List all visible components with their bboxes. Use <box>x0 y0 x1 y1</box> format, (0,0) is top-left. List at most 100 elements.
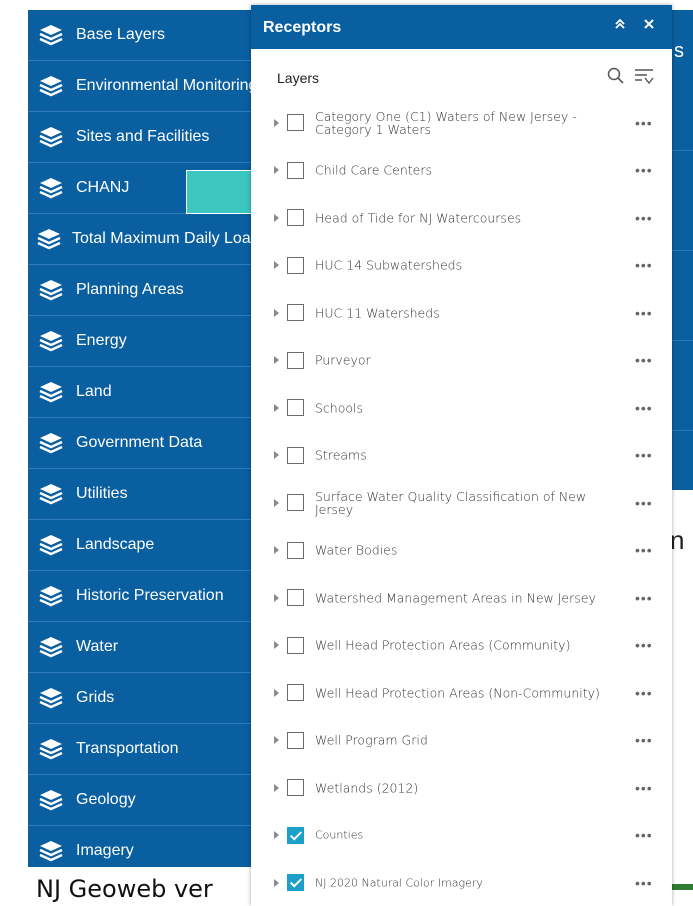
layers-stack-icon <box>36 328 66 354</box>
ellipsis-icon[interactable]: ••• <box>635 306 653 320</box>
layer-checkbox[interactable] <box>287 304 304 322</box>
background-letter-n: n <box>670 525 685 555</box>
caret-right-icon[interactable] <box>274 118 279 127</box>
sidebar-item[interactable]: Total Maximum Daily Load <box>28 214 258 265</box>
ellipsis-icon[interactable]: ••• <box>635 781 653 795</box>
ellipsis-icon[interactable]: ••• <box>635 353 653 367</box>
sidebar-item[interactable]: Geology <box>28 775 258 826</box>
layer-checkbox[interactable] <box>287 731 304 749</box>
sidebar-item[interactable]: Energy <box>28 316 258 367</box>
sidebar-item[interactable]: Grids <box>28 673 258 724</box>
layer-name: Schools <box>315 400 364 416</box>
background-app-strip <box>672 10 693 490</box>
layers-toolbar: Layers <box>251 49 672 89</box>
layer-checkbox[interactable] <box>287 351 304 369</box>
sidebar-item-label: Environmental Monitoring <box>76 77 258 94</box>
double-chevron-up-icon[interactable] <box>610 17 630 37</box>
layer-name: Category One (C1) Waters of New Jersey -… <box>315 108 577 137</box>
sidebar-item-label: Sites and Facilities <box>76 128 210 145</box>
caret-right-icon[interactable] <box>274 878 279 887</box>
layer-checkbox[interactable] <box>287 399 304 417</box>
layer-checkbox[interactable] <box>287 114 304 132</box>
sidebar-item[interactable]: Planning Areas <box>28 265 258 316</box>
layer-checkbox[interactable] <box>287 446 304 464</box>
filter-list-icon[interactable] <box>634 67 654 90</box>
sidebar-item[interactable]: Water <box>28 622 258 673</box>
ellipsis-icon[interactable]: ••• <box>635 211 653 225</box>
layer-checkbox[interactable] <box>287 494 304 512</box>
ellipsis-icon[interactable]: ••• <box>635 638 653 652</box>
sidebar-item-label: CHANJ <box>76 179 130 196</box>
caret-right-icon[interactable] <box>274 261 279 270</box>
ellipsis-icon[interactable]: ••• <box>635 448 653 462</box>
sidebar-item[interactable]: Utilities <box>28 469 258 520</box>
layer-checkbox[interactable] <box>287 826 304 844</box>
layer-checkbox[interactable] <box>287 541 304 559</box>
caret-right-icon[interactable] <box>274 783 279 792</box>
layer-checkbox[interactable] <box>287 209 304 227</box>
layers-stack-icon <box>36 736 66 762</box>
caret-right-icon[interactable] <box>274 451 279 460</box>
caret-right-icon[interactable] <box>274 403 279 412</box>
sidebar-item-label: Geology <box>76 791 136 808</box>
caret-right-icon[interactable] <box>274 736 279 745</box>
caret-right-icon[interactable] <box>274 308 279 317</box>
layer-name: Child Care Centers <box>315 162 433 178</box>
caret-right-icon[interactable] <box>274 498 279 507</box>
sidebar-item-label: Government Data <box>76 434 203 451</box>
caret-right-icon[interactable] <box>274 546 279 555</box>
layer-row: Category One (C1) Waters of New Jersey -… <box>251 99 672 147</box>
sidebar-item[interactable]: Transportation <box>28 724 258 775</box>
layer-name: Well Program Grid <box>315 732 428 748</box>
sidebar-item[interactable]: Land <box>28 367 258 418</box>
ellipsis-icon[interactable]: ••• <box>635 116 653 130</box>
caret-right-icon[interactable] <box>274 166 279 175</box>
ellipsis-icon[interactable]: ••• <box>635 543 653 557</box>
ellipsis-icon[interactable]: ••• <box>635 828 653 842</box>
layer-row: Water Bodies ••• <box>251 527 672 575</box>
layer-checkbox[interactable] <box>287 589 304 607</box>
layers-stack-icon <box>36 175 66 201</box>
layer-row: HUC 11 Watersheds ••• <box>251 289 672 337</box>
ellipsis-icon[interactable]: ••• <box>635 401 653 415</box>
caret-right-icon[interactable] <box>274 213 279 222</box>
sidebar-item[interactable]: Base Layers <box>28 10 258 61</box>
ellipsis-icon[interactable]: ••• <box>635 163 653 177</box>
layer-row: Schools ••• <box>251 384 672 432</box>
caret-right-icon[interactable] <box>274 831 279 840</box>
layer-row: Watershed Management Areas in New Jersey… <box>251 574 672 622</box>
caret-right-icon[interactable] <box>274 688 279 697</box>
layer-checkbox[interactable] <box>287 684 304 702</box>
ellipsis-icon[interactable]: ••• <box>635 258 653 272</box>
sidebar-item[interactable]: Environmental Monitoring <box>28 61 258 112</box>
layer-checkbox[interactable] <box>287 636 304 654</box>
caret-right-icon[interactable] <box>274 593 279 602</box>
close-icon[interactable] <box>639 17 659 37</box>
sidebar-item[interactable]: Landscape <box>28 520 258 571</box>
sidebar-item-label: Imagery <box>76 842 134 859</box>
layer-row: Well Program Grid ••• <box>251 717 672 765</box>
panel-title: Receptors <box>263 19 342 36</box>
layer-checkbox[interactable] <box>287 779 304 797</box>
layer-groups-sidebar: Base Layers Environmental Monitoring Sites… <box>28 10 258 867</box>
ellipsis-icon[interactable]: ••• <box>635 733 653 747</box>
ellipsis-icon[interactable]: ••• <box>635 496 653 510</box>
layer-checkbox[interactable] <box>287 161 304 179</box>
ellipsis-icon[interactable]: ••• <box>635 686 653 700</box>
sidebar-item[interactable]: Imagery <box>28 826 258 867</box>
layer-list: Category One (C1) Waters of New Jersey -… <box>251 99 672 906</box>
layers-stack-icon <box>36 379 66 405</box>
sidebar-item[interactable]: Historic Preservation <box>28 571 258 622</box>
layer-checkbox[interactable] <box>287 874 304 892</box>
sidebar-item[interactable]: Sites and Facilities <box>28 112 258 163</box>
search-icon[interactable] <box>607 67 625 90</box>
sidebar-item[interactable]: Government Data <box>28 418 258 469</box>
ellipsis-icon[interactable]: ••• <box>635 876 653 890</box>
layer-name: Surface Water Quality Classification of … <box>315 488 587 517</box>
sidebar-item-label: Landscape <box>76 536 155 553</box>
caret-right-icon[interactable] <box>274 356 279 365</box>
layer-row: HUC 14 Subwatersheds ••• <box>251 242 672 290</box>
ellipsis-icon[interactable]: ••• <box>635 591 653 605</box>
caret-right-icon[interactable] <box>274 641 279 650</box>
layer-checkbox[interactable] <box>287 256 304 274</box>
